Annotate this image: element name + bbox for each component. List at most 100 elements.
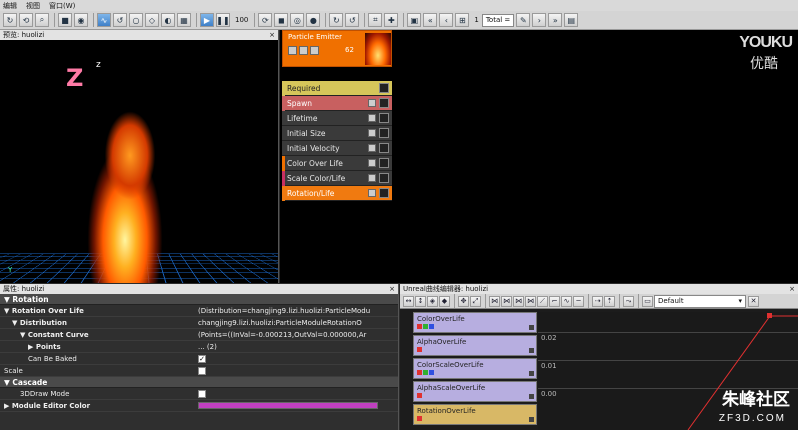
module-item[interactable]: Required (282, 81, 392, 96)
restart-sim-icon[interactable]: ↻ (3, 13, 17, 27)
straighten-icon[interactable]: ⇢ (592, 295, 603, 307)
module-enable-checkbox[interactable] (368, 114, 376, 122)
property-row[interactable]: ▶ Points ... (2) (0, 341, 398, 353)
module-item[interactable]: Color Over Life (282, 156, 392, 171)
property-row[interactable]: ▼ Rotation Over Life (Distribution=changj… (0, 305, 398, 317)
curve-track[interactable]: RotationOverLife (413, 404, 537, 425)
menu-view[interactable]: 视图 (26, 1, 40, 11)
find-icon[interactable]: ⌕ (35, 13, 49, 27)
curve-track[interactable]: AlphaOverLife (413, 335, 537, 356)
curve-toggle-icon[interactable] (379, 143, 389, 153)
curve-toggle-icon[interactable] (379, 188, 389, 198)
module-item[interactable]: Scale Color/Life (282, 171, 392, 186)
module-item[interactable]: Spawn (282, 96, 392, 111)
channel-toggle[interactable] (417, 347, 422, 352)
property-row[interactable]: ▼ Distribution changjing9.lizi.huolizi:Pa… (0, 317, 398, 329)
channel-toggle[interactable] (417, 324, 422, 329)
regenerate-lod-icon[interactable]: ↻ (329, 13, 344, 27)
pause-icon[interactable]: ❚❚ (216, 13, 230, 27)
flatten-icon[interactable]: ─ (573, 295, 584, 307)
channel-toggle[interactable] (417, 393, 422, 398)
module-enable-checkbox[interactable] (368, 129, 376, 137)
camera-icon[interactable]: ◉ (74, 13, 88, 27)
module-item[interactable]: Initial Velocity (282, 141, 392, 156)
tangent-user-icon[interactable]: ⋈ (513, 295, 524, 307)
emitter-enable-icon[interactable] (288, 46, 297, 55)
zoom-icon[interactable]: ⤢ (470, 295, 481, 307)
property-value[interactable]: (Distribution=changjing9.lizi.huolizi:Pa… (198, 307, 384, 315)
property-value[interactable]: ... (2) (198, 343, 384, 351)
curve-mode-icon[interactable]: ∿ (561, 295, 572, 307)
linear-icon[interactable]: ⟋ (537, 295, 548, 307)
lod-save-icon[interactable]: ▣ (407, 13, 422, 27)
property-value[interactable]: (Points=((InVal=-0.000213,OutVal=0.00000… (198, 331, 384, 339)
tangent-clamped-icon[interactable]: ⋈ (501, 295, 512, 307)
fit-vertical-icon[interactable]: ↕ (415, 295, 426, 307)
last-lod-icon[interactable]: » (548, 13, 563, 27)
curve-tab-select[interactable]: Default ▾ (654, 294, 746, 308)
unlit-icon[interactable]: ◐ (161, 13, 175, 27)
curve-visibility-toggle[interactable] (529, 417, 534, 422)
module-item[interactable]: Rotation/Life (282, 186, 392, 201)
curve-toggle-icon[interactable] (379, 158, 389, 168)
curve-visibility-toggle[interactable] (529, 394, 534, 399)
channel-toggle[interactable] (429, 370, 434, 375)
tangent-break-icon[interactable]: ⋈ (525, 295, 536, 307)
emitter-solo-icon[interactable] (299, 46, 308, 55)
emitter-block[interactable]: Particle Emitter 62 (282, 30, 392, 67)
wireframe-icon[interactable]: ◎ (290, 13, 305, 27)
lod-add-icon[interactable]: ✚ (384, 13, 399, 27)
module-enable-checkbox[interactable] (368, 99, 376, 107)
lod-select[interactable]: Total = (481, 13, 515, 27)
create-tab-icon[interactable]: ⤳ (623, 295, 634, 307)
curve-track[interactable]: AlphaScaleOverLife (413, 381, 537, 402)
channel-toggle[interactable] (423, 370, 428, 375)
menu-window[interactable]: 窗口(W) (49, 1, 75, 11)
close-icon[interactable]: × (789, 285, 795, 293)
curve-track[interactable]: ColorScaleOverLife (413, 358, 537, 379)
bounds-icon[interactable]: ◇ (145, 13, 159, 27)
property-row[interactable]: Can Be Baked ✓ (0, 353, 398, 365)
section-cascade[interactable]: ▼ Cascade (0, 377, 398, 388)
next-lod-icon[interactable]: › (532, 13, 547, 27)
color-swatch[interactable] (198, 402, 378, 409)
orbit-icon[interactable]: ↺ (113, 13, 127, 27)
menu-edit[interactable]: 编辑 (3, 1, 17, 11)
property-row[interactable]: Scale (0, 365, 398, 377)
preview-viewport[interactable]: Z z Y (0, 40, 278, 283)
emitter-canvas[interactable]: YOUKU 优酷 (392, 30, 798, 283)
property-row[interactable]: ▼ Constant Curve (Points=((InVal=-0.00021… (0, 329, 398, 341)
lod-edit-icon[interactable]: ✎ (516, 13, 531, 27)
save-icon[interactable]: ■ (58, 13, 72, 27)
curve-visibility-toggle[interactable] (529, 371, 534, 376)
prev-lod-icon[interactable]: ‹ (439, 13, 454, 27)
module-enable-checkbox[interactable] (368, 144, 376, 152)
property-checkbox[interactable] (198, 389, 206, 398)
property-value[interactable]: changjing9.lizi.huolizi:ParticleModuleRo… (198, 319, 384, 327)
grid-icon[interactable]: ▦ (177, 13, 191, 27)
background-color-icon[interactable]: ◼ (274, 13, 289, 27)
curve-toggle-icon[interactable] (379, 113, 389, 123)
first-lod-icon[interactable]: « (423, 13, 438, 27)
wireframe-sphere-icon[interactable]: ○ (129, 13, 143, 27)
channel-toggle[interactable] (417, 370, 422, 375)
curve-icon[interactable]: ∿ (97, 13, 111, 27)
section-rotation[interactable]: ▼ Rotation (0, 294, 398, 305)
lod-high-icon[interactable]: ⌗ (368, 13, 383, 27)
lod-icon-2[interactable]: ⊞ (455, 13, 470, 27)
channel-toggle[interactable] (417, 416, 422, 421)
property-checkbox[interactable] (198, 366, 206, 375)
curve-graph[interactable]: 0.02 0.01 0.00 朱峰社区 ZF3D.COM (538, 312, 798, 430)
curve-visibility-toggle[interactable] (529, 348, 534, 353)
fit-selected-icon[interactable]: ◆ (439, 295, 450, 307)
emitter-render-icon[interactable] (310, 46, 319, 55)
loop-icon[interactable]: ⟳ (258, 13, 273, 27)
curve-toggle-icon[interactable] (379, 98, 389, 108)
curve-key[interactable] (767, 313, 772, 318)
module-item[interactable]: Initial Size (282, 126, 392, 141)
module-item[interactable]: Lifetime (282, 111, 392, 126)
property-row[interactable]: ▶ Module Editor Color (0, 400, 398, 412)
channel-toggle[interactable] (423, 324, 428, 329)
reset-lod-icon[interactable]: ↺ (345, 13, 360, 27)
fit-all-icon[interactable]: ◈ (427, 295, 438, 307)
